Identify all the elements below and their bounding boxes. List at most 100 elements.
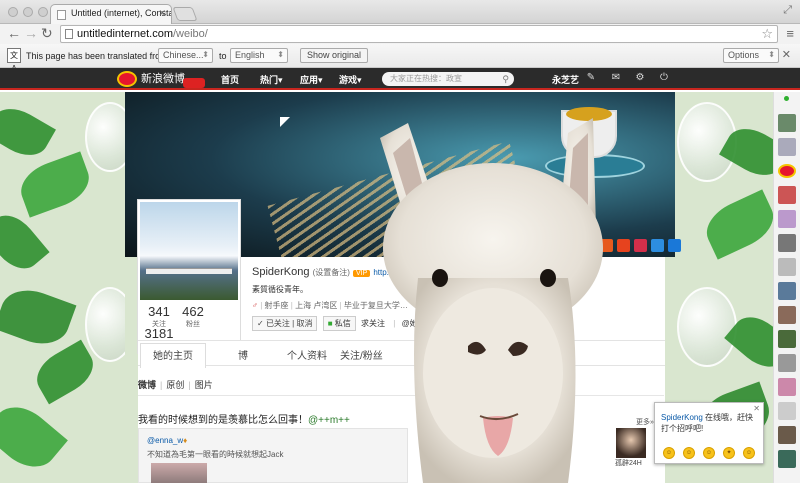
contact-avatar[interactable] bbox=[778, 282, 796, 300]
nav-home[interactable]: 首页 bbox=[221, 73, 239, 86]
gift-icon[interactable] bbox=[634, 239, 647, 252]
close-window-button[interactable] bbox=[8, 7, 18, 17]
reload-icon[interactable]: ↻ bbox=[41, 25, 53, 41]
show-original-button[interactable]: Show original bbox=[300, 48, 369, 63]
contact-avatar[interactable] bbox=[778, 402, 796, 420]
new-tab-button[interactable] bbox=[172, 7, 198, 21]
tab-profile-info[interactable]: 个人资料 bbox=[287, 347, 327, 362]
weibo-logo-text: 新浪微博 bbox=[141, 73, 185, 85]
contact-avatar[interactable] bbox=[778, 426, 796, 444]
post-text: 我看的时候想到的是羡慕比怎么回事！@++m++ bbox=[138, 411, 350, 426]
browser-tab[interactable]: Untitled (internet), Consta ✕ bbox=[50, 4, 172, 24]
nav-hot-label: 热门 bbox=[260, 75, 279, 85]
message-button[interactable]: ■ 私信 bbox=[322, 316, 356, 331]
minimize-window-button[interactable] bbox=[23, 7, 33, 17]
close-icon[interactable]: ✕ bbox=[782, 48, 791, 61]
message-icon[interactable]: ✉ bbox=[610, 72, 622, 84]
browser-tab-title: Untitled (internet), Consta bbox=[71, 8, 172, 18]
posts-count: 3181 bbox=[144, 326, 174, 341]
followers-count: 462 bbox=[182, 304, 204, 319]
repost-thumbnail[interactable] bbox=[151, 463, 207, 483]
repost-author[interactable]: @enna_w bbox=[147, 436, 183, 445]
unfollow-label[interactable]: 取消 bbox=[296, 319, 312, 328]
contact-avatar[interactable] bbox=[778, 354, 796, 372]
emoji-icon[interactable]: ☺ bbox=[683, 447, 695, 459]
filter-weibo[interactable]: 微博 bbox=[138, 380, 156, 390]
stat-posts[interactable]: 3181 bbox=[140, 326, 178, 341]
contact-avatar[interactable] bbox=[778, 114, 796, 132]
contact-avatar[interactable] bbox=[778, 186, 796, 204]
zoom-window-button[interactable] bbox=[38, 7, 48, 17]
weibo-logo[interactable]: 新浪微博 bbox=[115, 70, 205, 88]
tab-close-icon[interactable]: ✕ bbox=[158, 8, 166, 19]
profile-name[interactable]: SpiderKong bbox=[252, 266, 310, 278]
online-status-icon bbox=[784, 96, 789, 101]
bookmark-star-icon[interactable]: ☆ bbox=[761, 26, 773, 42]
avatar-box: 341 关注 462 粉丝 3181 bbox=[137, 199, 241, 354]
address-bar[interactable]: untitledinternet.com/weibo/ ☆ bbox=[60, 25, 778, 43]
gear-icon[interactable]: ⚙ bbox=[634, 72, 646, 84]
sidebar-user-avatar[interactable] bbox=[616, 428, 646, 458]
profile-location: 上海 卢湾区 bbox=[295, 301, 338, 310]
url-path: /weibo/ bbox=[173, 28, 208, 40]
emoji-icon[interactable]: ✦ bbox=[723, 447, 735, 459]
contact-avatar[interactable] bbox=[778, 138, 796, 156]
weibo-top-nav: 新浪微博 首页 热门▾ 应用▾ 游戏▾ 大家正在热搜：政宣 ⚲ 永芝艺 ✎ ✉ … bbox=[0, 68, 800, 90]
verified-icon[interactable] bbox=[668, 239, 681, 252]
forward-arrow-icon[interactable]: → bbox=[24, 25, 38, 41]
emoji-icon[interactable]: ☺ bbox=[703, 447, 715, 459]
translate-message: This page has been translated from bbox=[26, 51, 168, 61]
edit-icon[interactable]: ✎ bbox=[585, 72, 597, 84]
weibo-eye-icon bbox=[117, 71, 137, 87]
stat-followers[interactable]: 462 粉丝 bbox=[174, 304, 212, 329]
close-icon[interactable]: ✕ bbox=[753, 404, 760, 413]
contact-avatar[interactable] bbox=[778, 306, 796, 324]
tab-her-home[interactable]: 她的主页 bbox=[140, 343, 206, 368]
gender-icon: ♂ bbox=[252, 301, 258, 310]
translate-options-select[interactable]: Options bbox=[723, 48, 779, 63]
profile-bio: 素質循役青年。 bbox=[252, 285, 308, 294]
target-language-select[interactable]: English bbox=[230, 48, 288, 63]
sidebar-user-name[interactable]: 孤辟24H bbox=[615, 458, 642, 468]
chat-bubble-icon[interactable] bbox=[651, 239, 664, 252]
chat-contact-name[interactable]: SpiderKong bbox=[661, 413, 703, 422]
nav-hot[interactable]: 热门▾ bbox=[260, 73, 283, 86]
weibo-icon[interactable] bbox=[778, 164, 796, 178]
set-remark-link[interactable]: (设置备注) bbox=[313, 268, 350, 277]
contact-avatar[interactable] bbox=[778, 234, 796, 252]
translate-bar: 文A This page has been translated from Ch… bbox=[0, 44, 800, 73]
menu-icon[interactable]: ≡ bbox=[786, 26, 794, 41]
weibo-share-icon[interactable] bbox=[617, 239, 630, 252]
contact-avatar[interactable] bbox=[778, 330, 796, 348]
contact-avatar[interactable] bbox=[778, 450, 796, 468]
right-sidebar bbox=[773, 92, 800, 483]
tab-weibo[interactable]: 博 bbox=[238, 347, 248, 362]
url-host: untitledinternet.com bbox=[77, 28, 173, 40]
avatar[interactable] bbox=[140, 202, 238, 300]
emoji-icon[interactable]: ☺ bbox=[743, 447, 755, 459]
power-icon[interactable]: ⏻ bbox=[658, 72, 670, 84]
nav-apps-label: 应用 bbox=[300, 75, 319, 85]
source-language-select[interactable]: Chinese... bbox=[158, 48, 213, 63]
chat-popup[interactable]: ✕ SpiderKong 在线哦，赶快打个招呼吧! ☺ ☺ ☺ ✦ ☺ bbox=[654, 402, 764, 464]
contact-avatar[interactable] bbox=[778, 378, 796, 396]
alpaca-image bbox=[380, 118, 603, 483]
page-favicon-icon bbox=[57, 10, 66, 20]
translate-icon: 文A bbox=[7, 48, 21, 73]
filter-original[interactable]: 原创 bbox=[166, 380, 184, 390]
filter-images[interactable]: 图片 bbox=[195, 380, 213, 390]
post-mention[interactable]: @++m++ bbox=[308, 415, 350, 426]
nav-games[interactable]: 游戏▾ bbox=[339, 73, 362, 86]
contact-avatar[interactable] bbox=[778, 258, 796, 276]
emoji-icon[interactable]: ☺ bbox=[663, 447, 675, 459]
browser-tab-bar: Untitled (internet), Consta ✕ ⤢ bbox=[0, 0, 800, 24]
fullscreen-icon[interactable]: ⤢ bbox=[783, 4, 792, 17]
followed-button[interactable]: ✓ 已关注 | 取消 bbox=[252, 316, 318, 331]
search-icon[interactable]: ⚲ bbox=[502, 72, 509, 86]
nav-apps[interactable]: 应用▾ bbox=[300, 73, 323, 86]
current-username[interactable]: 永芝艺 bbox=[552, 73, 579, 86]
more-link[interactable]: 更多» bbox=[636, 417, 654, 427]
weibo-search-input[interactable]: 大家正在热搜：政宣 ⚲ bbox=[382, 72, 514, 86]
contact-avatar[interactable] bbox=[778, 210, 796, 228]
back-arrow-icon[interactable]: ← bbox=[7, 25, 21, 41]
